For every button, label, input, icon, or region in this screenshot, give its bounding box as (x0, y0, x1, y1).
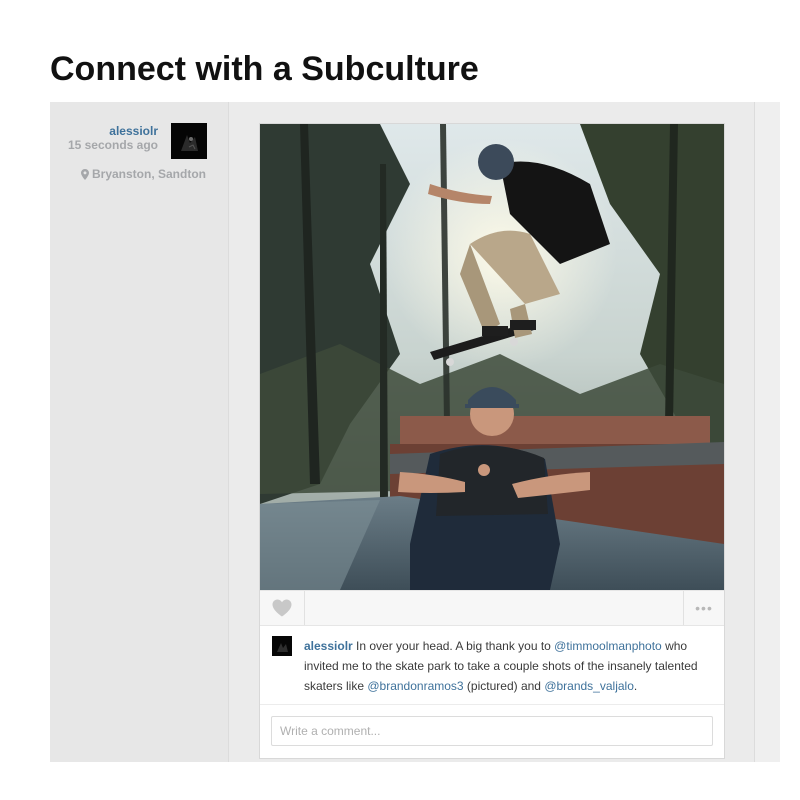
like-button[interactable] (260, 591, 305, 625)
avatar-image (272, 636, 292, 656)
comment-divider (260, 704, 724, 705)
map-pin-icon (80, 168, 89, 180)
post-actions-bar: ••• (260, 590, 724, 626)
caption-username-link[interactable]: alessiolr (304, 639, 353, 653)
avatar-image (171, 123, 207, 159)
author-name-link[interactable]: alessiolr (68, 124, 158, 138)
page-title: Connect with a Subculture (50, 50, 479, 88)
skateboard-photo (260, 124, 724, 590)
instagram-embed-frame: alessiolr 15 seconds ago Bryanston, Sand… (50, 102, 780, 762)
mention-link-brands-valjalo[interactable]: @brands_valjalo (544, 679, 634, 693)
post-meta-column: alessiolr 15 seconds ago Bryanston, Sand… (50, 102, 228, 762)
heart-icon (272, 599, 292, 617)
caption-segment-6: . (633, 679, 638, 693)
location-label: Bryanston, Sandton (91, 167, 206, 181)
post-timestamp: 15 seconds ago (67, 138, 158, 152)
location-link[interactable]: Bryanston, Sandton (80, 167, 206, 181)
caption-segment-4: (pictured) and (463, 679, 545, 693)
caption-author-avatar[interactable] (272, 636, 292, 656)
more-options-button[interactable]: ••• (683, 591, 724, 625)
mention-link-brandonramos3[interactable]: @brandonramos3 (367, 679, 463, 693)
caption-text: alessiolr In over your head. A big thank… (304, 636, 714, 696)
author-meta: alessiolr 15 seconds ago (68, 124, 158, 152)
right-gutter (755, 102, 780, 762)
caption-segment-0: In over your head. A big thank you to (352, 639, 555, 653)
author-avatar[interactable] (171, 123, 207, 159)
ellipsis-icon: ••• (695, 600, 713, 616)
post-photo[interactable] (260, 124, 724, 590)
post-card: ••• alessiolr In over your head. A big t… (259, 123, 725, 759)
mention-link-timmoolmanphoto[interactable]: @timmoolmanphoto (554, 639, 662, 653)
comment-input[interactable] (271, 716, 713, 746)
